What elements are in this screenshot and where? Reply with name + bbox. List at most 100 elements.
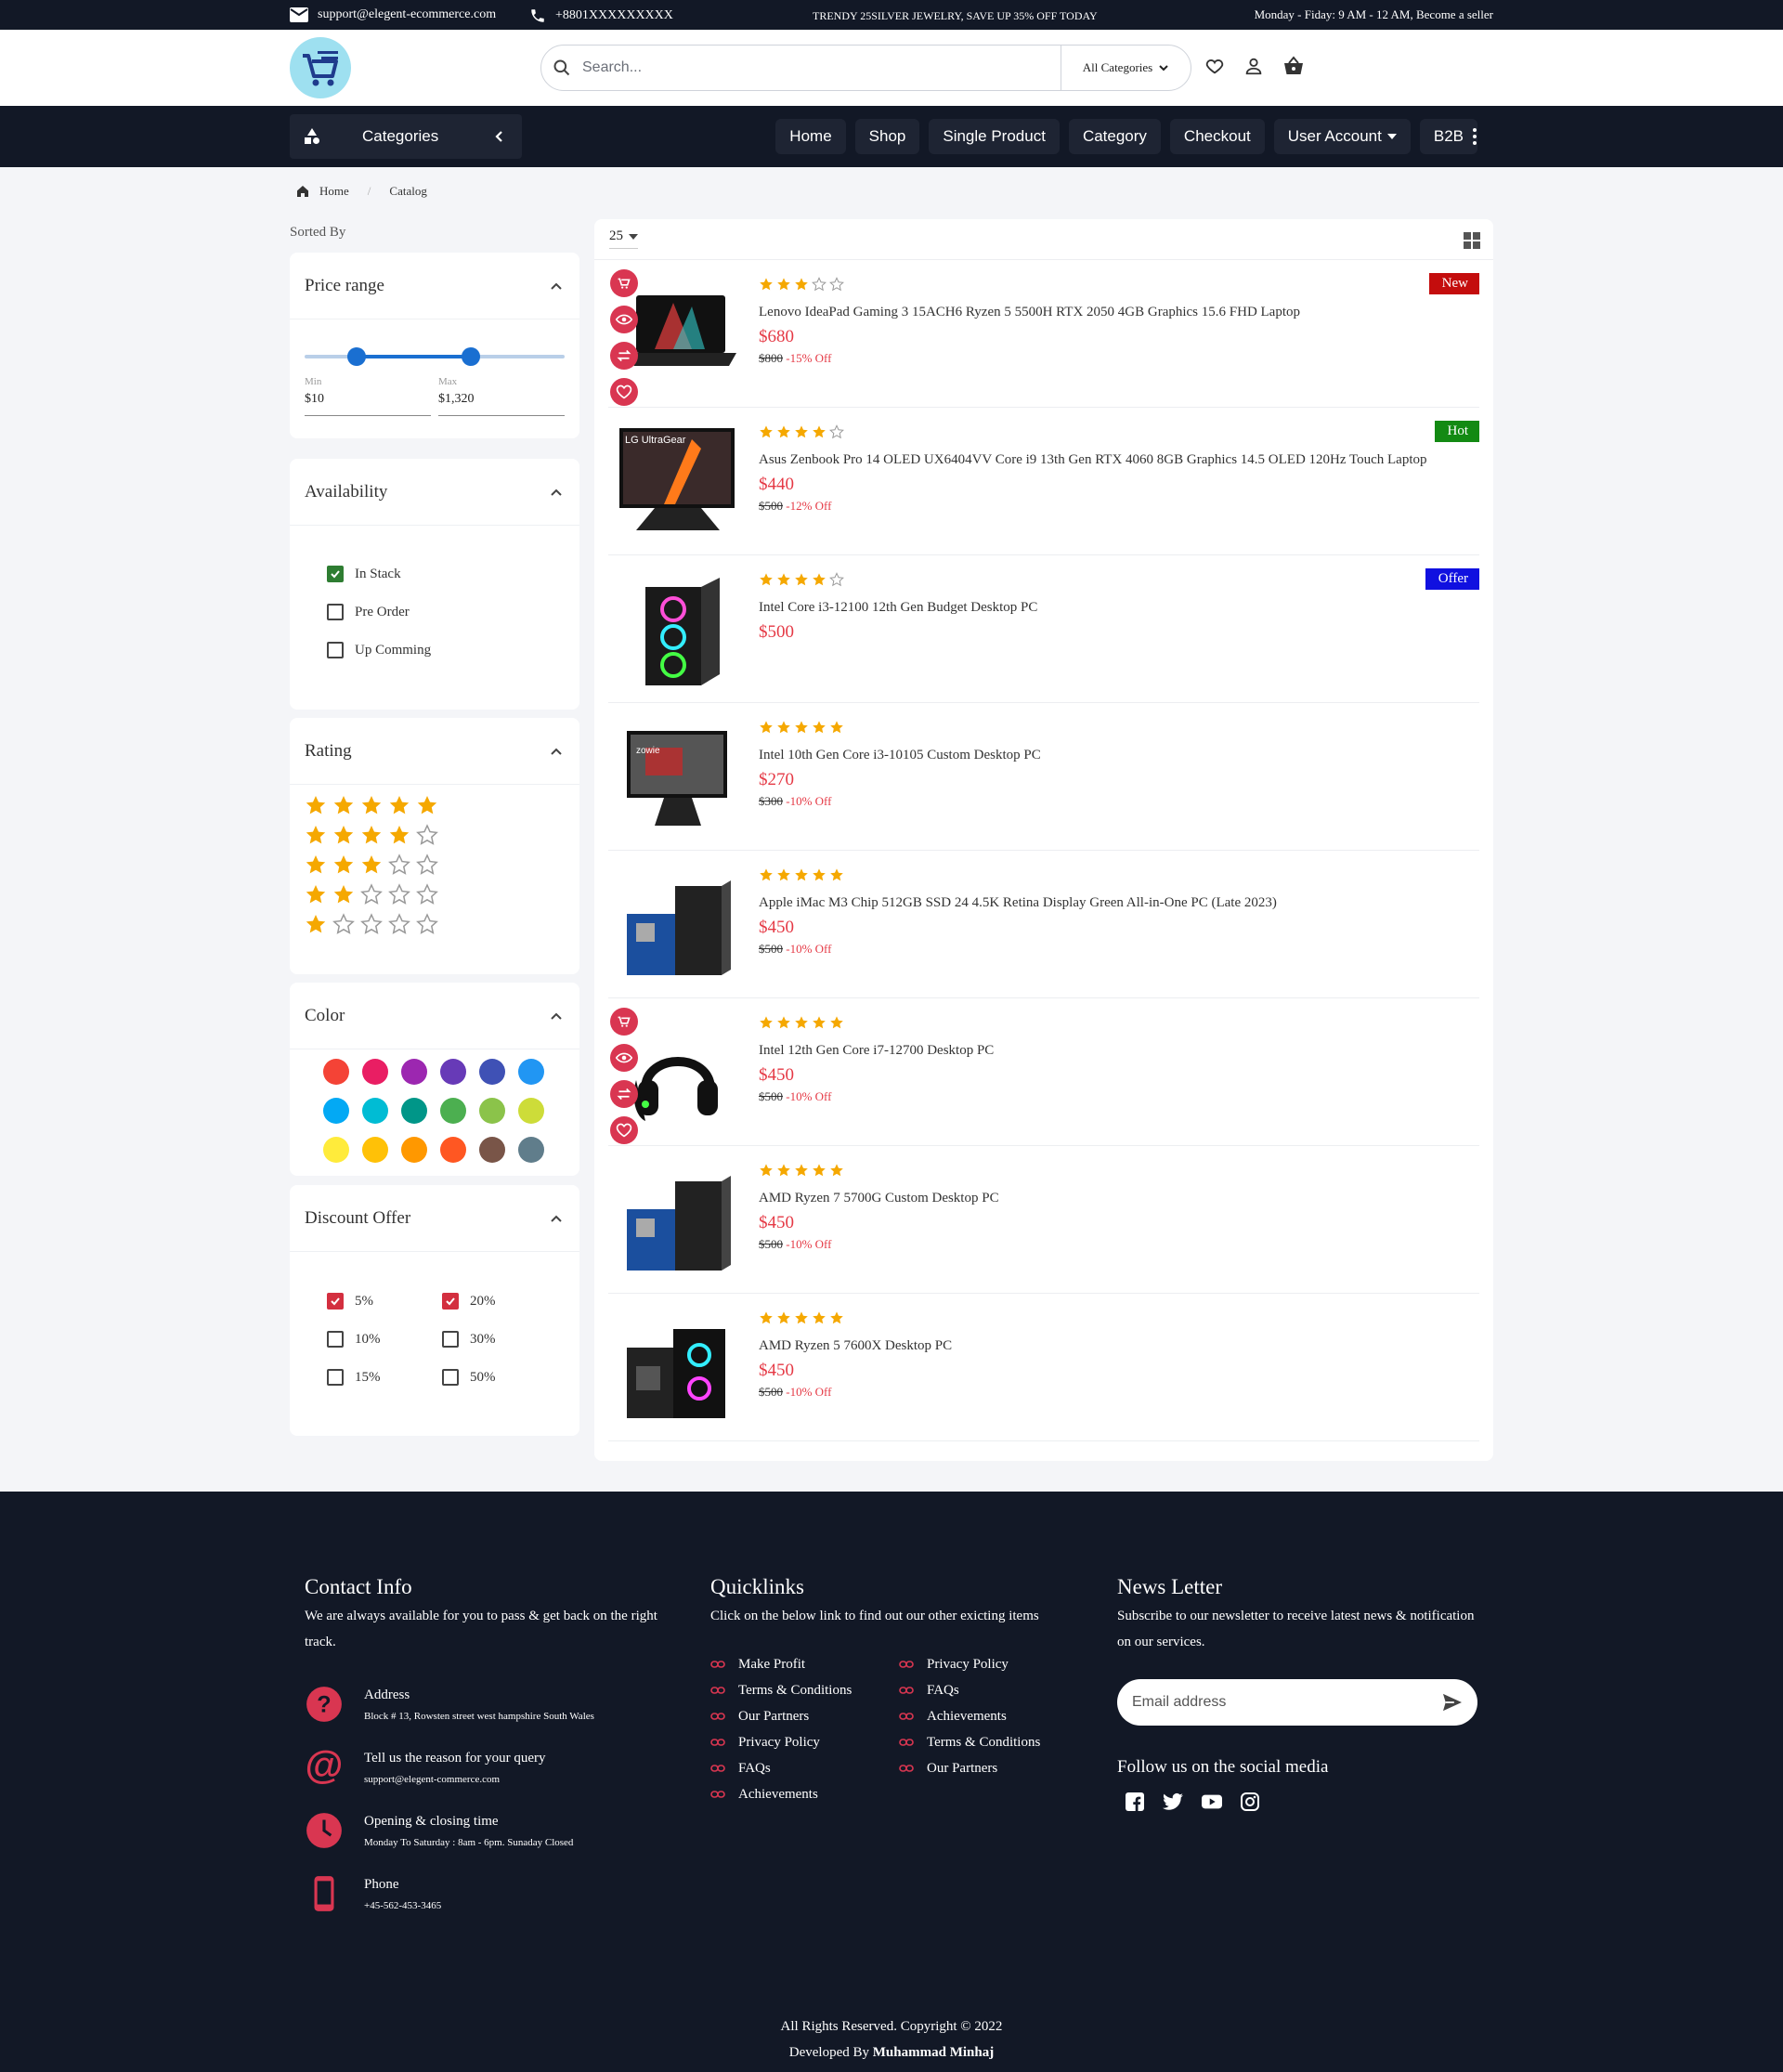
rating-option-3[interactable]: [305, 854, 438, 876]
discount-50[interactable]: 50%: [442, 1369, 535, 1386]
product-image[interactable]: LG UltraGear: [618, 424, 736, 540]
wishlist-heart-icon[interactable]: [610, 1116, 638, 1144]
color-swatch[interactable]: [440, 1098, 466, 1124]
twitter-icon[interactable]: [1163, 1792, 1183, 1811]
color-swatch[interactable]: [479, 1059, 505, 1085]
color-swatch[interactable]: [518, 1059, 544, 1085]
developer-name[interactable]: Muhammad Minhaj: [873, 2045, 994, 2060]
nav-single-product[interactable]: Single Product: [929, 119, 1060, 154]
facebook-icon[interactable]: [1126, 1792, 1144, 1811]
price-slider-min-handle[interactable]: [347, 347, 366, 366]
discount-15[interactable]: 15%: [327, 1369, 442, 1386]
breadcrumb-home[interactable]: Home: [319, 184, 349, 199]
checkbox-checked[interactable]: [327, 1293, 344, 1310]
nav-b2b[interactable]: B2B: [1419, 119, 1477, 154]
discount-20[interactable]: 20%: [442, 1293, 535, 1310]
nav-checkout[interactable]: Checkout: [1169, 119, 1265, 154]
price-max-input[interactable]: $1,320: [438, 392, 565, 416]
availability-in-stock[interactable]: In Stack: [327, 566, 431, 582]
product-row[interactable]: AMD Ryzen 7 5700G Custom Desktop PC $450 $…: [608, 1146, 1479, 1294]
product-row[interactable]: Intel 12th Gen Core i7-12700 Desktop PC $…: [608, 998, 1479, 1146]
instagram-icon[interactable]: [1241, 1792, 1259, 1811]
color-swatch[interactable]: [479, 1098, 505, 1124]
cart-icon[interactable]: [610, 1008, 638, 1036]
quicklink-item[interactable]: Privacy Policy: [899, 1651, 1040, 1677]
discount-header[interactable]: Discount Offer: [290, 1185, 579, 1252]
price-slider-max-handle[interactable]: [462, 347, 481, 366]
newsletter-email-input[interactable]: Email address: [1132, 1694, 1226, 1711]
rating-option-5[interactable]: [305, 794, 438, 816]
nav-category[interactable]: Category: [1068, 119, 1161, 154]
color-swatch[interactable]: [479, 1137, 505, 1163]
availability-header[interactable]: Availability: [290, 459, 579, 526]
checkbox-checked[interactable]: [442, 1293, 459, 1310]
product-row[interactable]: Intel Core i3-12100 12th Gen Budget Desk…: [608, 555, 1479, 703]
search-input[interactable]: Search...: [582, 59, 1061, 76]
product-title[interactable]: Intel 12th Gen Core i7-12700 Desktop PC: [759, 1037, 1446, 1063]
product-title[interactable]: Intel Core i3-12100 12th Gen Budget Desk…: [759, 594, 1446, 620]
checkbox-checked[interactable]: [327, 566, 344, 582]
checkbox[interactable]: [327, 604, 344, 620]
color-swatch[interactable]: [362, 1098, 388, 1124]
product-row[interactable]: LG UltraGear Asus Zenbook Pro 14 OLED UX6…: [608, 408, 1479, 555]
price-slider-track[interactable]: [305, 347, 565, 366]
price-min-input[interactable]: $10: [305, 392, 431, 416]
product-row[interactable]: Lenovo IdeaPad Gaming 3 15ACH6 Ryzen 5 5…: [608, 260, 1479, 408]
basket-icon[interactable]: [1282, 56, 1305, 76]
quicklink-item[interactable]: FAQs: [710, 1755, 852, 1781]
color-swatch[interactable]: [323, 1137, 349, 1163]
checkbox[interactable]: [442, 1331, 459, 1348]
category-select[interactable]: All Categories: [1061, 46, 1191, 90]
color-swatch[interactable]: [323, 1059, 349, 1085]
eye-icon[interactable]: [610, 306, 638, 333]
compare-icon[interactable]: [610, 342, 638, 370]
top-email[interactable]: support@elegent-ecommerce.com: [290, 7, 496, 22]
product-image[interactable]: zowie: [618, 720, 736, 835]
quicklink-item[interactable]: Our Partners: [899, 1755, 1040, 1781]
cart-icon[interactable]: [610, 269, 638, 297]
color-swatch[interactable]: [518, 1137, 544, 1163]
rating-option-2[interactable]: [305, 883, 438, 906]
rating-option-1[interactable]: [305, 913, 438, 935]
color-swatch[interactable]: [401, 1137, 427, 1163]
eye-icon[interactable]: [610, 1044, 638, 1072]
color-swatch[interactable]: [323, 1098, 349, 1124]
checkbox[interactable]: [442, 1369, 459, 1386]
color-swatch[interactable]: [362, 1137, 388, 1163]
product-title[interactable]: AMD Ryzen 7 5700G Custom Desktop PC: [759, 1185, 1446, 1211]
search-icon[interactable]: [553, 59, 571, 77]
product-image[interactable]: [618, 572, 736, 687]
compare-icon[interactable]: [610, 1080, 638, 1108]
product-image[interactable]: [618, 1163, 736, 1278]
product-row[interactable]: AMD Ryzen 5 7600X Desktop PC $450 $500 -10…: [608, 1294, 1479, 1441]
color-swatch[interactable]: [401, 1098, 427, 1124]
quicklink-item[interactable]: Terms & Conditions: [710, 1677, 852, 1703]
quicklink-item[interactable]: Our Partners: [710, 1703, 852, 1729]
rating-header[interactable]: Rating: [290, 718, 579, 785]
availability-up-coming[interactable]: Up Comming: [327, 642, 431, 658]
send-icon[interactable]: [1442, 1693, 1463, 1712]
product-title[interactable]: Lenovo IdeaPad Gaming 3 15ACH6 Ryzen 5 5…: [759, 299, 1446, 325]
quicklink-item[interactable]: Terms & Conditions: [899, 1729, 1040, 1755]
color-swatch[interactable]: [362, 1059, 388, 1085]
product-title[interactable]: Intel 10th Gen Core i3-10105 Custom Desk…: [759, 742, 1446, 768]
nav-home[interactable]: Home: [775, 119, 846, 154]
product-image[interactable]: [618, 867, 736, 983]
nav-user-account[interactable]: User Account: [1273, 119, 1411, 154]
product-row[interactable]: Apple iMac M3 Chip 512GB SSD 24 4.5K Ret…: [608, 851, 1479, 998]
quicklink-item[interactable]: Make Profit: [710, 1651, 852, 1677]
quicklink-item[interactable]: Privacy Policy: [710, 1729, 852, 1755]
heart-icon[interactable]: [1204, 56, 1225, 76]
color-swatch[interactable]: [518, 1098, 544, 1124]
more-vertical-icon[interactable]: [1471, 127, 1478, 146]
discount-10[interactable]: 10%: [327, 1331, 442, 1348]
quicklink-item[interactable]: FAQs: [899, 1677, 1040, 1703]
top-phone[interactable]: +8801XXXXXXXXX: [529, 7, 673, 24]
rating-option-4[interactable]: [305, 824, 438, 846]
categories-button[interactable]: Categories: [290, 114, 522, 159]
checkbox[interactable]: [327, 642, 344, 658]
color-swatch[interactable]: [401, 1059, 427, 1085]
checkbox[interactable]: [327, 1331, 344, 1348]
quicklink-item[interactable]: Achievements: [899, 1703, 1040, 1729]
product-row[interactable]: zowie Intel 10th Gen Core i3-10105 Custom…: [608, 703, 1479, 851]
